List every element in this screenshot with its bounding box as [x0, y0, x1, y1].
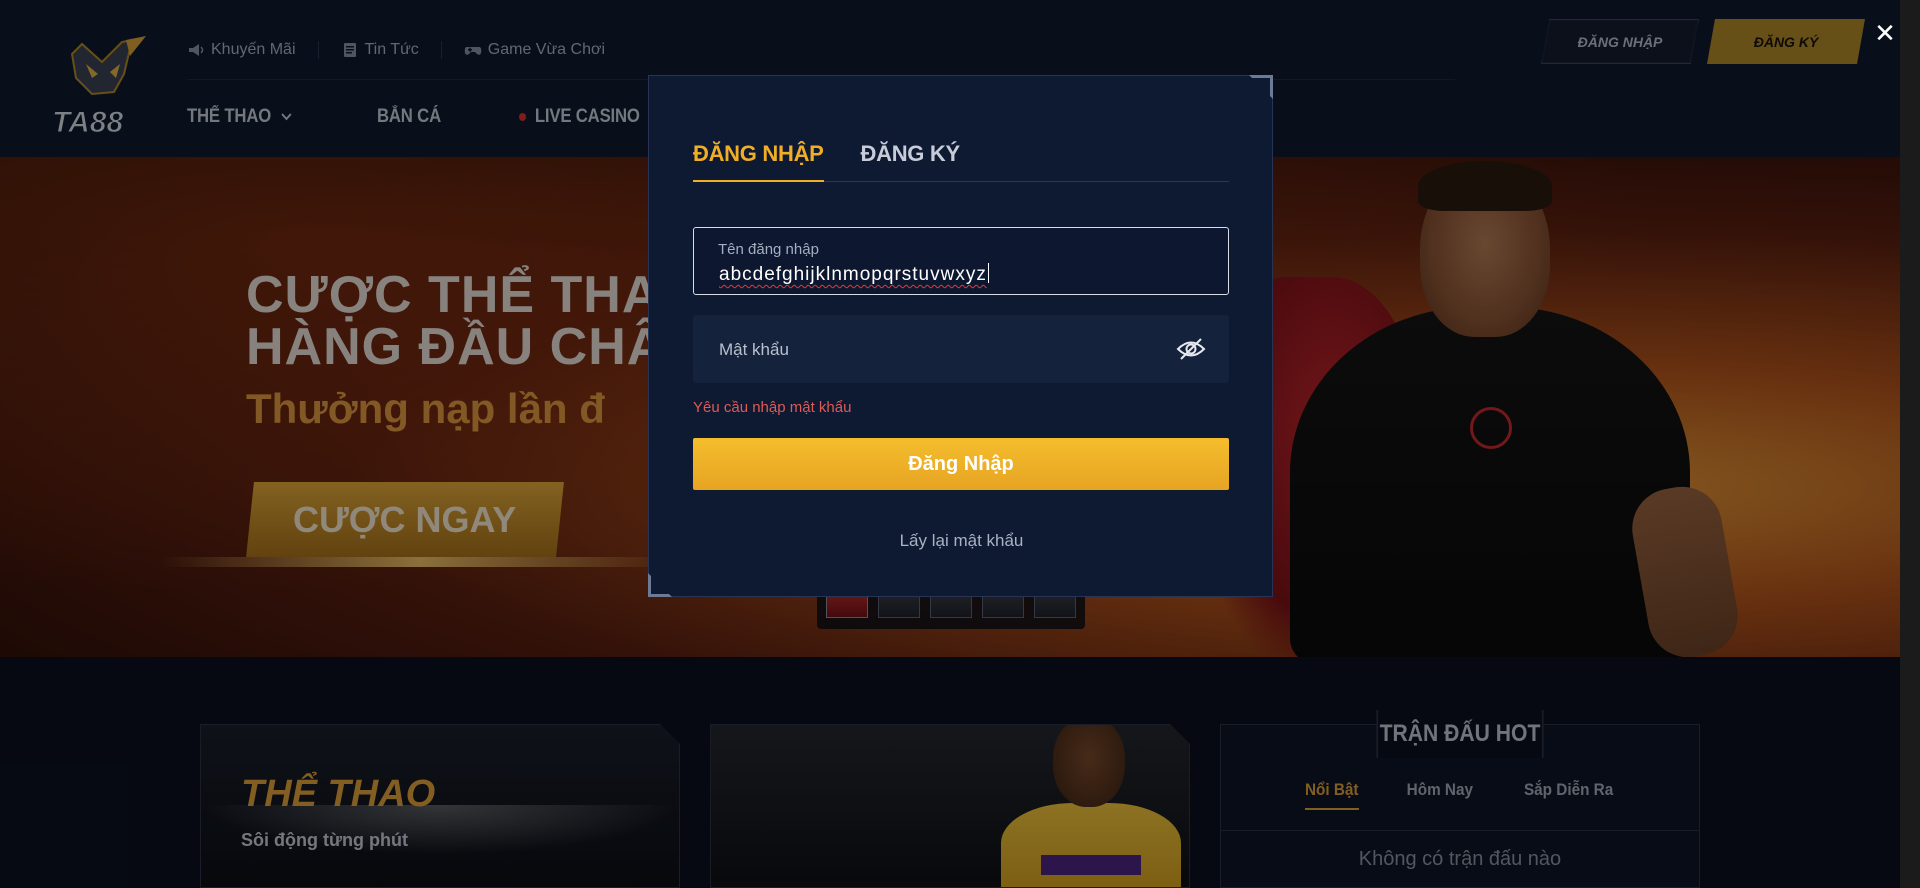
password-error: Yêu cầu nhập mật khẩu [693, 399, 852, 416]
password-field[interactable]: Mật khẩu [693, 315, 1229, 383]
close-icon[interactable]: ✕ [1872, 20, 1898, 46]
login-modal: ĐĂNG NHẬP ĐĂNG KÝ Tên đăng nhập abcdefgh… [648, 75, 1273, 597]
username-input[interactable]: abcdefghijklnmopqrstuvwxyz [719, 263, 989, 286]
modal-corner-tr [1250, 78, 1270, 98]
login-submit-button[interactable]: Đăng Nhập [693, 438, 1229, 490]
tab-login[interactable]: ĐĂNG NHẬP [693, 139, 824, 182]
password-placeholder: Mật khẩu [719, 340, 789, 359]
forgot-password-link[interactable]: Lấy lại mật khẩu [649, 531, 1274, 551]
username-label: Tên đăng nhập [718, 241, 819, 258]
modal-corner-bl [651, 574, 671, 594]
username-field[interactable]: Tên đăng nhập abcdefghijklnmopqrstuvwxyz [693, 227, 1229, 295]
eye-slash-icon[interactable] [1176, 336, 1206, 362]
page-scrollbar[interactable] [1900, 0, 1920, 888]
text-caret [987, 263, 989, 283]
username-value: abcdefghijklnmopqrstuvwxyz [719, 264, 987, 285]
modal-tabs: ĐĂNG NHẬP ĐĂNG KÝ [693, 139, 1229, 182]
tab-register[interactable]: ĐĂNG KÝ [861, 139, 961, 182]
